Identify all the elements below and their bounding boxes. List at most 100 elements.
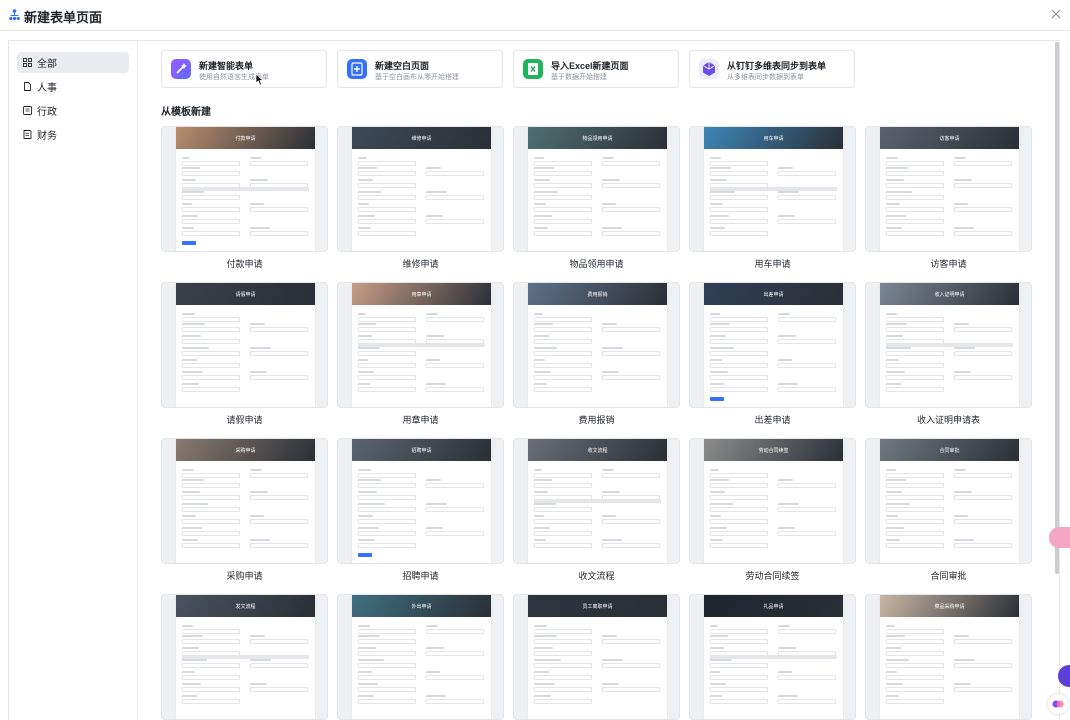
template-card[interactable]: 出差申请 [689,282,856,408]
preview-field-label [426,503,447,505]
template-card[interactable]: 礼品申请 [689,594,856,720]
template-card[interactable]: 请假申请 [161,282,328,408]
preview-field-label [778,503,799,505]
preview-field-input [710,231,768,236]
preview-field-input [426,387,484,392]
preview-field-input [358,675,416,680]
preview-field-label [886,647,901,649]
template-thumbnail: 招聘申请 [337,438,504,564]
preview-field-label [534,383,547,385]
preview-field-label [886,491,902,493]
preview-field-label [954,659,975,661]
template-label: 收入证明申请表 [916,415,980,425]
preview-field-label [358,191,381,193]
preview-field-label [534,503,556,505]
template-banner-image: 付款申请 [176,127,315,149]
template-card[interactable]: 费用报销 [513,282,680,408]
preview-field-input [182,339,240,344]
floating-assistant-icon[interactable] [1049,527,1070,548]
template-banner-image: 发文流程 [176,595,315,617]
preview-field-label [710,313,720,315]
template-card[interactable]: 用章申请 [337,282,504,408]
preview-field-label [182,371,203,373]
preview-field-label [358,503,385,505]
sidebar-item-all[interactable]: 全部 [17,52,129,73]
preview-field-input [534,327,592,332]
template-card[interactable]: 物品领用申请 [513,126,680,252]
template-card[interactable]: 菜品采购申请 [865,594,1032,720]
preview-field-label [534,647,553,649]
template-card[interactable]: 用车申请 [689,126,856,252]
template-card[interactable]: 采购申请 [161,438,328,564]
sidebar-item-hr[interactable]: 人事 [17,76,129,97]
preview-field-label [534,359,545,361]
preview-field-input [602,327,660,332]
preview-field-label [602,491,620,493]
preview-field-label [710,527,727,529]
template-card[interactable]: 劳动合同续签 [689,438,856,564]
preview-field-input [602,351,660,356]
preview-field-label [358,215,375,217]
template-thumbnail: 外出申请 [337,594,504,720]
preview-field-label [250,347,271,349]
sidebar-item-admin[interactable]: 行政 [17,100,129,121]
preview-field-input [426,195,484,200]
template-banner-title: 发文流程 [235,604,256,610]
template-banner-image: 采购申请 [176,439,315,461]
preview-field-label [358,515,373,517]
template-card[interactable]: 付款申请 [161,126,328,252]
preview-field-label [778,359,792,361]
template-card[interactable]: 招聘申请 [337,438,504,564]
preview-field-label [710,539,723,541]
preview-field-input [602,663,660,668]
template-banner-image: 用章申请 [352,283,491,305]
preview-field-label [182,179,196,181]
template-card[interactable]: 发文流程 [161,594,328,720]
preview-field-label [602,635,617,637]
preview-field-input [886,543,944,548]
floating-ai-icon[interactable] [1048,694,1068,714]
preview-field-input [710,639,768,644]
template-card[interactable]: 合同审批 [865,438,1032,564]
template-banner-title: 出差申请 [763,292,784,298]
template-banner-title: 员工离职申请 [582,604,613,610]
template-card[interactable]: 维修申请 [337,126,504,252]
template-thumbnail: 请假申请 [161,282,328,408]
preview-field-input [954,161,1012,166]
preview-field-label [954,203,968,205]
preview-field-label [250,635,265,637]
preview-field-input [710,195,768,200]
preview-field-label [358,371,374,373]
template-thumbnail: 合同审批 [865,438,1032,564]
preview-field-input [534,387,592,392]
preview-field-input [710,699,768,704]
template-thumbnail: 收文流程 [513,438,680,564]
templates-section-title: 从模板新建 [161,107,211,118]
preview-field-label [426,335,444,337]
close-icon[interactable] [1048,6,1064,22]
create-blank-page-card[interactable]: 新建空白页面 基于空白画布从零开始搭建 [337,50,503,88]
template-preview-form: 合同审批 [880,439,1019,563]
ai-magic-icon [171,59,191,79]
sidebar-item-finance[interactable]: 财务 [17,124,129,145]
template-label: 付款申请 [226,259,263,269]
preview-field-input [358,495,416,500]
template-card[interactable]: 访客申请 [865,126,1032,252]
template-card[interactable]: 收文流程 [513,438,680,564]
preview-field-input [710,387,768,392]
sync-dingtalk-table-card[interactable]: 从钉钉多维表同步到表单 从多维表同步数据到表单 [689,50,855,88]
preview-field-input [358,231,416,236]
template-card[interactable]: 外出申请 [337,594,504,720]
template-banner-image: 维修申请 [352,127,491,149]
template-label: 劳动合同续签 [745,571,800,581]
template-card[interactable]: 收入证明申请 [865,282,1032,408]
import-excel-card[interactable]: 导入Excel新建页面 基于数据开始搭建 [513,50,679,88]
preview-field-input [534,183,592,188]
scrollbar-thumb[interactable] [1055,42,1059,574]
template-card[interactable]: 员工离职申请 [513,594,680,720]
preview-field-label [250,203,264,205]
template-label: 请假申请 [226,415,263,425]
template-preview-form: 付款申请 [176,127,315,251]
preview-field-label [358,469,371,471]
create-smart-form-card[interactable]: 新建智能表单 使用自然语言生成表单 [161,50,327,88]
